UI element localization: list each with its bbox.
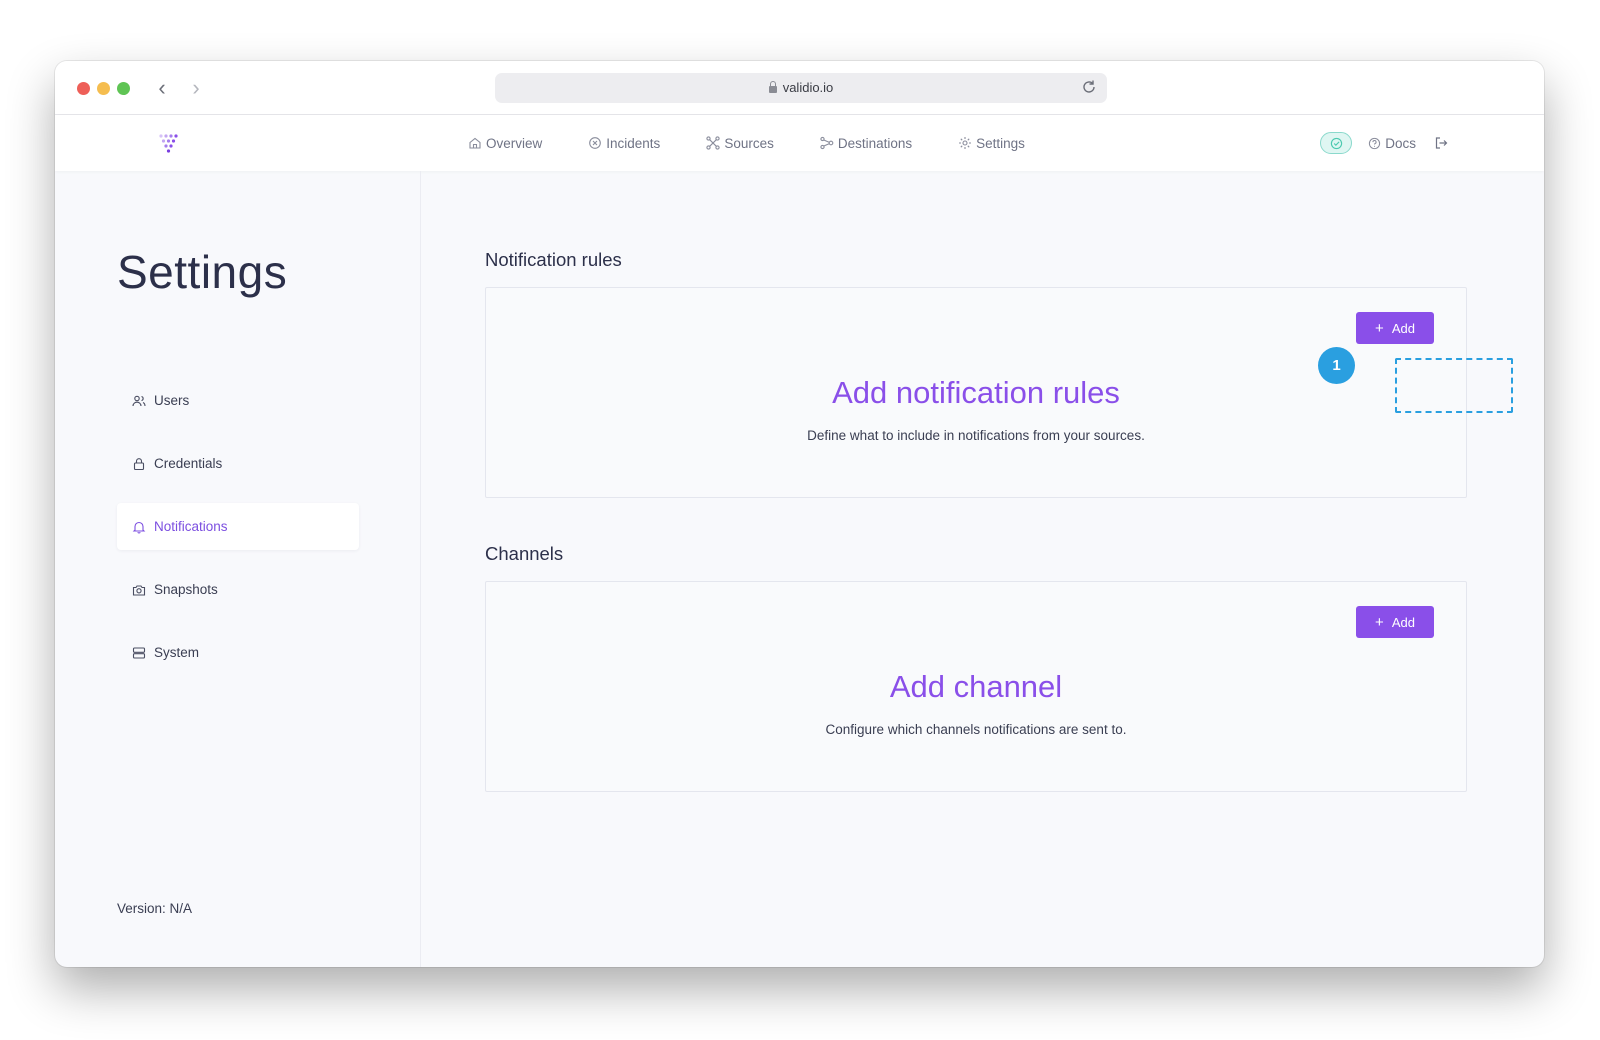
lock-icon [133,457,145,470]
nav-sources-label: Sources [724,135,774,151]
plus-icon: + [1375,319,1384,337]
sidebar-item-credentials[interactable]: Credentials [117,440,359,487]
sidebar-item-label: Users [154,393,190,408]
app-navbar: Overview Incidents Sources Destinations … [55,115,1544,171]
forward-arrow-icon[interactable]: › [185,75,207,101]
x-circle-icon [589,137,602,149]
sidebar-item-label: Credentials [154,456,223,471]
nav-incidents-label: Incidents [606,135,661,151]
help-circle-icon [1369,137,1381,149]
nav-overview-label: Overview [486,135,543,151]
sidebar-item-system[interactable]: System [117,629,359,676]
sidebar-item-label: Notifications [154,519,228,534]
page-title: Settings [117,246,288,298]
highlight-box [1395,358,1513,413]
nav-destinations[interactable]: Destinations [820,136,912,151]
nav-destinations-label: Destinations [837,135,913,151]
logout-icon[interactable] [1434,136,1448,150]
lock-icon [768,81,777,93]
nav-settings-label: Settings [976,135,1025,151]
browser-toolbar: ‹ › validio.io [55,61,1544,115]
nav-settings[interactable]: Settings [958,136,1025,151]
maximize-window-button[interactable] [117,82,130,95]
navbar-right: Docs [1320,115,1448,171]
empty-state-title: Add channel [889,669,1063,704]
channels-card: + Add Add channel Configure which channe… [485,581,1467,792]
docs-label: Docs [1385,135,1416,151]
settings-menu: Users Credentials Notifications Snapshot… [117,377,359,692]
sidebar-item-notifications[interactable]: Notifications [117,503,359,550]
sidebar-item-label: Snapshots [154,582,218,597]
step-badge: 1 [1318,347,1355,384]
channels-heading: Channels [485,543,564,564]
nav-overview[interactable]: Overview [468,136,542,151]
add-button-label: Add [1391,320,1415,336]
sidebar-item-label: System [154,645,200,660]
nav-incidents[interactable]: Incidents [588,136,660,151]
share-icon [820,136,834,150]
settings-sidebar: Settings Users Credentials Notifications… [55,171,421,967]
browser-window: ‹ › validio.io Overview Incidents Source… [55,61,1544,967]
validio-logo[interactable] [158,132,180,154]
server-icon [132,646,146,659]
empty-state-description: Configure which channels notifications a… [825,722,1127,737]
camera-icon [132,584,146,596]
empty-state-description: Define what to include in notifications … [807,428,1145,443]
address-bar[interactable]: validio.io [495,73,1107,103]
notification-rules-heading: Notification rules [485,249,622,270]
reload-icon[interactable] [1081,79,1097,95]
close-window-button[interactable] [77,82,90,95]
add-notification-rule-button[interactable]: + Add [1356,312,1434,344]
settings-content: Notification rules + Add Add notificatio… [421,171,1544,967]
home-icon [469,137,481,149]
minimize-window-button[interactable] [97,82,110,95]
gear-icon [959,137,972,149]
docs-link[interactable]: Docs [1368,136,1416,151]
nav-sources[interactable]: Sources [706,136,774,151]
empty-state-title: Add notification rules [832,375,1120,410]
url-text: validio.io [782,80,834,95]
add-button-label: Add [1391,614,1415,630]
main-menu: Overview Incidents Sources Destinations … [468,115,1071,171]
version-text: Version: N/A [117,901,193,916]
sidebar-item-users[interactable]: Users [117,377,359,424]
notification-rules-card: + Add Add notification rules Define what… [485,287,1467,498]
bell-icon [132,521,146,534]
back-arrow-icon[interactable]: ‹ [151,75,173,101]
add-channel-button[interactable]: + Add [1356,606,1434,638]
sidebar-item-snapshots[interactable]: Snapshots [117,566,359,613]
plus-icon: + [1375,613,1384,631]
status-indicator[interactable] [1320,132,1353,154]
nodes-icon [706,136,720,150]
users-icon [132,395,146,406]
check-circle-icon [1330,137,1342,149]
